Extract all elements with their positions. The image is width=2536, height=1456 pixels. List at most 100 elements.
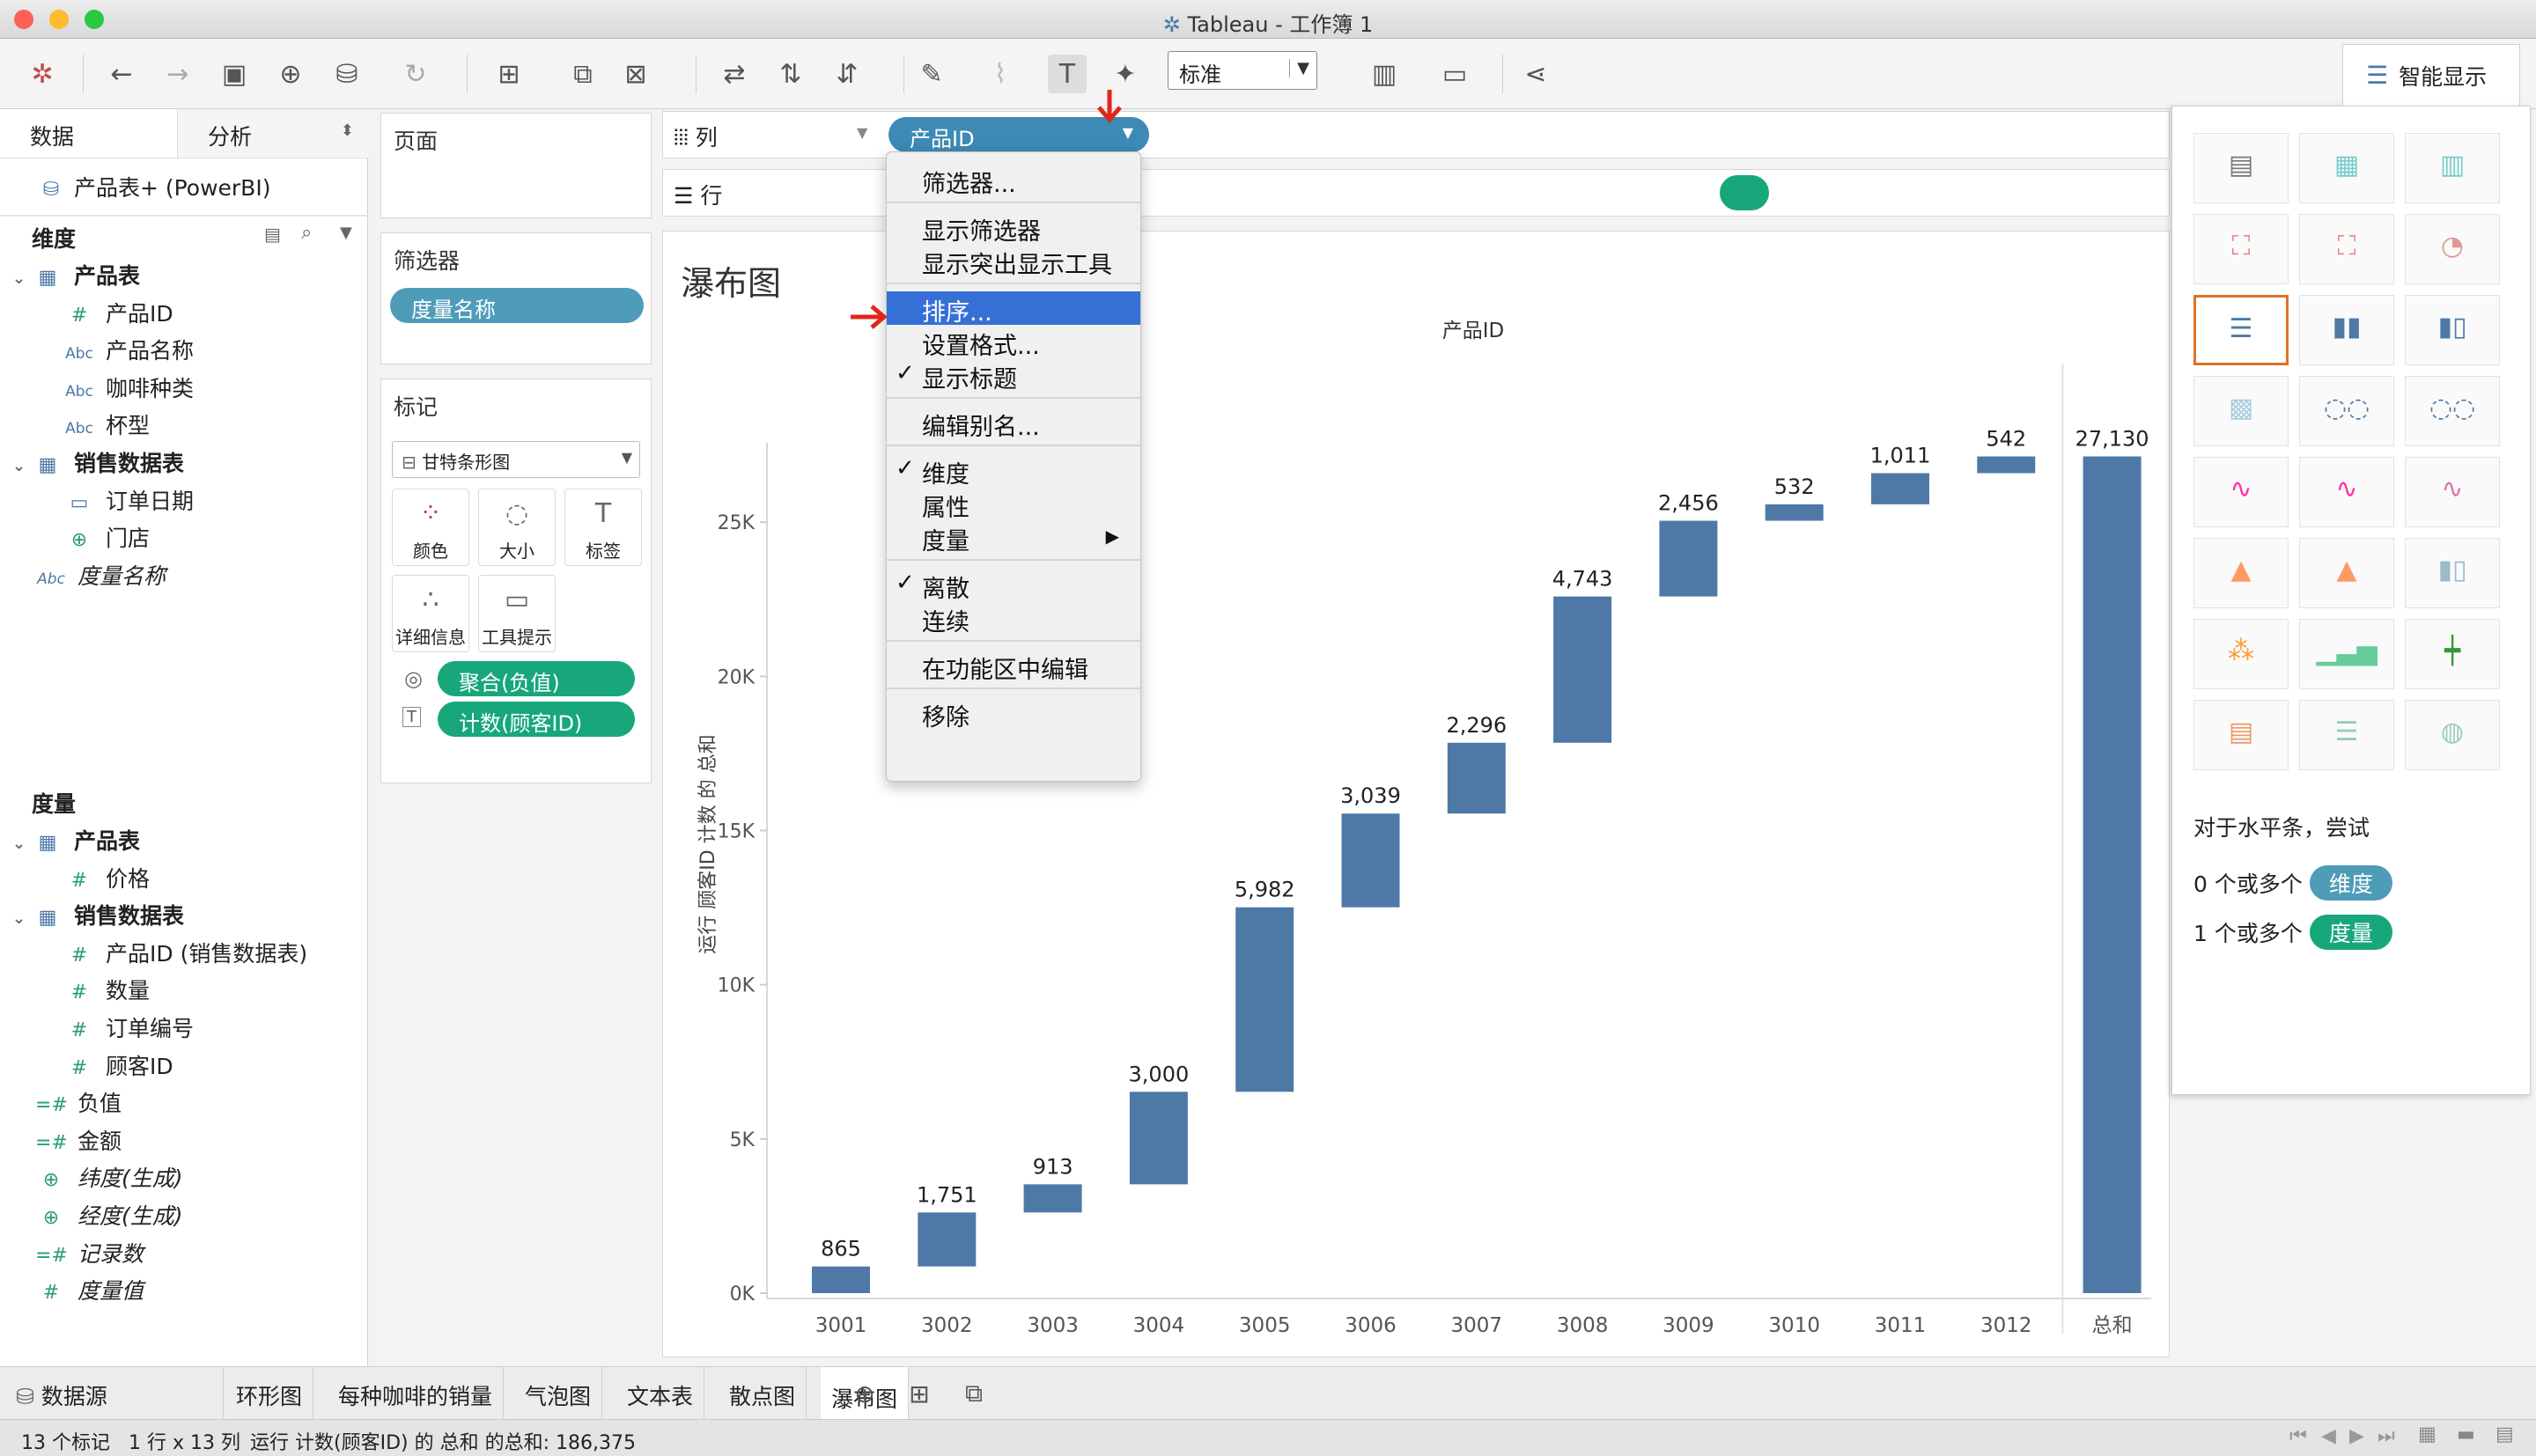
menu-item[interactable]: 维度 ✓ bbox=[887, 453, 1140, 489]
clear-sheet-icon[interactable]: ⊠ bbox=[616, 55, 655, 93]
rows-pill[interactable] bbox=[1720, 175, 1769, 210]
last-page-icon[interactable]: ⏭ bbox=[2378, 1425, 2395, 1447]
tab-menu-icon[interactable]: ⬍ bbox=[341, 121, 354, 140]
new-story-icon[interactable]: ⧉ bbox=[955, 1374, 993, 1413]
color-button[interactable]: ⁘ 颜色 bbox=[392, 489, 469, 566]
field-table[interactable]: ⌄ ▦ 销售数据表 bbox=[12, 899, 184, 934]
sheet-sorter-icon[interactable]: ▦ bbox=[2418, 1423, 2436, 1445]
sheet-tab[interactable]: 文本表 bbox=[616, 1367, 705, 1420]
menu-item[interactable]: 离散 ✓ bbox=[887, 568, 1140, 603]
show-me-chart-option[interactable]: ▁▃▅ bbox=[2299, 619, 2394, 689]
field-calc[interactable]: =# 金额 bbox=[35, 1124, 122, 1159]
field-abc[interactable]: Abc 产品名称 bbox=[63, 334, 194, 369]
show-me-chart-option[interactable]: ▩ bbox=[2193, 376, 2289, 446]
show-me-chart-option[interactable]: ▥ bbox=[2405, 133, 2500, 203]
tab-data[interactable]: 数据 bbox=[0, 109, 178, 158]
waterfall-bar[interactable] bbox=[1871, 473, 1929, 504]
share-icon[interactable]: ⋖ bbox=[1516, 55, 1555, 93]
field-abc[interactable]: Abc 咖啡种类 bbox=[63, 371, 194, 407]
presentation-mode-icon[interactable]: ▭ bbox=[1435, 55, 1474, 93]
tabs-icon[interactable]: ▤ bbox=[2495, 1423, 2514, 1445]
sort-ascending-icon[interactable]: ⇅ bbox=[771, 55, 810, 93]
filter-pill-measure-names[interactable]: 度量名称 bbox=[390, 288, 644, 323]
chevron-down-icon[interactable]: ⌄ bbox=[12, 909, 32, 928]
show-me-chart-option[interactable]: ▲ bbox=[2193, 538, 2289, 608]
show-me-button[interactable]: ☰ 智能显示 bbox=[2342, 44, 2520, 106]
show-mark-labels-icon[interactable]: T bbox=[1048, 55, 1087, 93]
refresh-icon[interactable]: ↻ bbox=[396, 55, 435, 93]
waterfall-bar[interactable] bbox=[1023, 1184, 1082, 1213]
new-dashboard-icon[interactable]: ⊞ bbox=[900, 1374, 939, 1413]
save-icon[interactable]: ▣ bbox=[215, 55, 254, 93]
menu-item[interactable]: 编辑别名... bbox=[887, 406, 1140, 441]
menu-item[interactable]: 显示标题 ✓ bbox=[887, 358, 1140, 393]
filters-card[interactable]: 筛选器 度量名称 bbox=[380, 232, 652, 364]
pause-updates-icon[interactable]: ⛁ bbox=[328, 55, 366, 93]
menu-item[interactable]: 属性 bbox=[887, 487, 1140, 522]
show-me-chart-option[interactable]: ⛶ bbox=[2299, 214, 2394, 284]
next-page-icon[interactable]: ▶ bbox=[2349, 1425, 2364, 1447]
show-me-chart-option[interactable]: ▲ bbox=[2299, 538, 2394, 608]
show-me-chart-option[interactable]: ▮▮ bbox=[2299, 295, 2394, 365]
highlight-icon[interactable]: ✎ bbox=[912, 55, 951, 93]
marks-pill-count-customer[interactable]: 计数(顾客ID) bbox=[438, 702, 635, 737]
field-num[interactable]: # 产品ID (销售数据表) bbox=[63, 937, 307, 972]
waterfall-bar[interactable] bbox=[1235, 907, 1294, 1092]
first-page-icon[interactable]: ⏮ bbox=[2289, 1425, 2307, 1447]
field-abc[interactable]: Abc 度量名称 bbox=[35, 559, 166, 594]
field-table[interactable]: ⌄ ▦ 产品表 bbox=[12, 824, 140, 859]
label-button[interactable]: T 标签 bbox=[564, 489, 642, 566]
show-cards-icon[interactable]: ▥ bbox=[1365, 55, 1404, 93]
show-me-chart-option[interactable]: ◌◌ bbox=[2299, 376, 2394, 446]
waterfall-bar[interactable] bbox=[1977, 456, 2036, 474]
field-table[interactable]: ⌄ ▦ 销售数据表 bbox=[12, 446, 184, 482]
swap-rows-columns-icon[interactable]: ⇄ bbox=[715, 55, 754, 93]
prev-page-icon[interactable]: ◀ bbox=[2321, 1425, 2336, 1447]
marks-pill-sum-negative[interactable]: 聚合(负值) bbox=[438, 661, 635, 696]
chevron-down-icon[interactable]: ⌄ bbox=[12, 269, 32, 288]
group-members-icon[interactable]: ⌇ bbox=[981, 55, 1020, 93]
menu-item[interactable]: 连续 bbox=[887, 601, 1140, 636]
menu-item[interactable]: 显示筛选器 bbox=[887, 210, 1140, 246]
forward-icon[interactable]: → bbox=[158, 55, 197, 93]
field-date[interactable]: ▭ 订单日期 bbox=[63, 484, 194, 519]
waterfall-bar[interactable] bbox=[2083, 456, 2142, 1293]
field-calc[interactable]: =# 负值 bbox=[35, 1086, 122, 1121]
sheet-tab[interactable]: 每种咖啡的销量 bbox=[328, 1367, 505, 1420]
chevron-down-icon[interactable]: ▼ bbox=[340, 224, 352, 242]
show-me-chart-option[interactable]: ┿ bbox=[2405, 619, 2500, 689]
field-num[interactable]: # 订单编号 bbox=[63, 1011, 194, 1047]
tooltip-button[interactable]: ▭ 工具提示 bbox=[478, 575, 556, 652]
menu-item[interactable]: 设置格式... bbox=[887, 325, 1140, 360]
show-me-chart-option[interactable]: ◍ bbox=[2405, 700, 2500, 770]
show-me-chart-option[interactable]: ∿ bbox=[2405, 457, 2500, 527]
show-me-chart-option[interactable]: ⁂ bbox=[2193, 619, 2289, 689]
field-calc[interactable]: =# 记录数 bbox=[35, 1237, 144, 1272]
pages-card[interactable]: 页面 bbox=[380, 113, 652, 218]
sheet-tab[interactable]: 散点图 bbox=[719, 1367, 807, 1420]
show-me-chart-option[interactable]: ▤ bbox=[2193, 133, 2289, 203]
mark-type-select[interactable]: ⊟ 甘特条形图 ▼ bbox=[392, 441, 640, 478]
tab-datasource[interactable]: ⛁ 数据源 bbox=[0, 1367, 224, 1420]
fit-select[interactable]: 标准 ▼ bbox=[1168, 51, 1317, 90]
menu-item[interactable]: 度量 ▶ bbox=[887, 520, 1140, 555]
waterfall-bar[interactable] bbox=[1447, 742, 1506, 814]
menu-item[interactable]: 移除 bbox=[887, 696, 1140, 732]
field-num[interactable]: # 度量值 bbox=[35, 1274, 144, 1309]
waterfall-bar[interactable] bbox=[918, 1212, 977, 1267]
show-me-chart-option[interactable]: ◔ bbox=[2405, 214, 2500, 284]
datasource-item[interactable]: ⛁ 产品表+ (PowerBI) bbox=[35, 171, 271, 206]
field-geo[interactable]: ⊕ 纬度(生成) bbox=[35, 1161, 183, 1196]
show-me-chart-option[interactable]: ☰ bbox=[2193, 295, 2289, 365]
show-me-chart-option[interactable]: ▤ bbox=[2193, 700, 2289, 770]
field-num[interactable]: # 价格 bbox=[63, 862, 150, 897]
back-icon[interactable]: ← bbox=[102, 55, 141, 93]
tab-analytics[interactable]: 分析 bbox=[178, 109, 368, 158]
sheet-tab[interactable]: 环形图 bbox=[225, 1367, 314, 1420]
new-worksheet-icon[interactable]: ⊞ bbox=[490, 55, 528, 93]
chevron-down-icon[interactable]: ⌄ bbox=[12, 835, 32, 853]
field-geo[interactable]: ⊕ 经度(生成) bbox=[35, 1199, 183, 1234]
show-me-chart-option[interactable]: ☰ bbox=[2299, 700, 2394, 770]
new-worksheet-icon[interactable]: ⊕ bbox=[845, 1374, 884, 1413]
sheet-tab[interactable]: 气泡图 bbox=[514, 1367, 603, 1420]
